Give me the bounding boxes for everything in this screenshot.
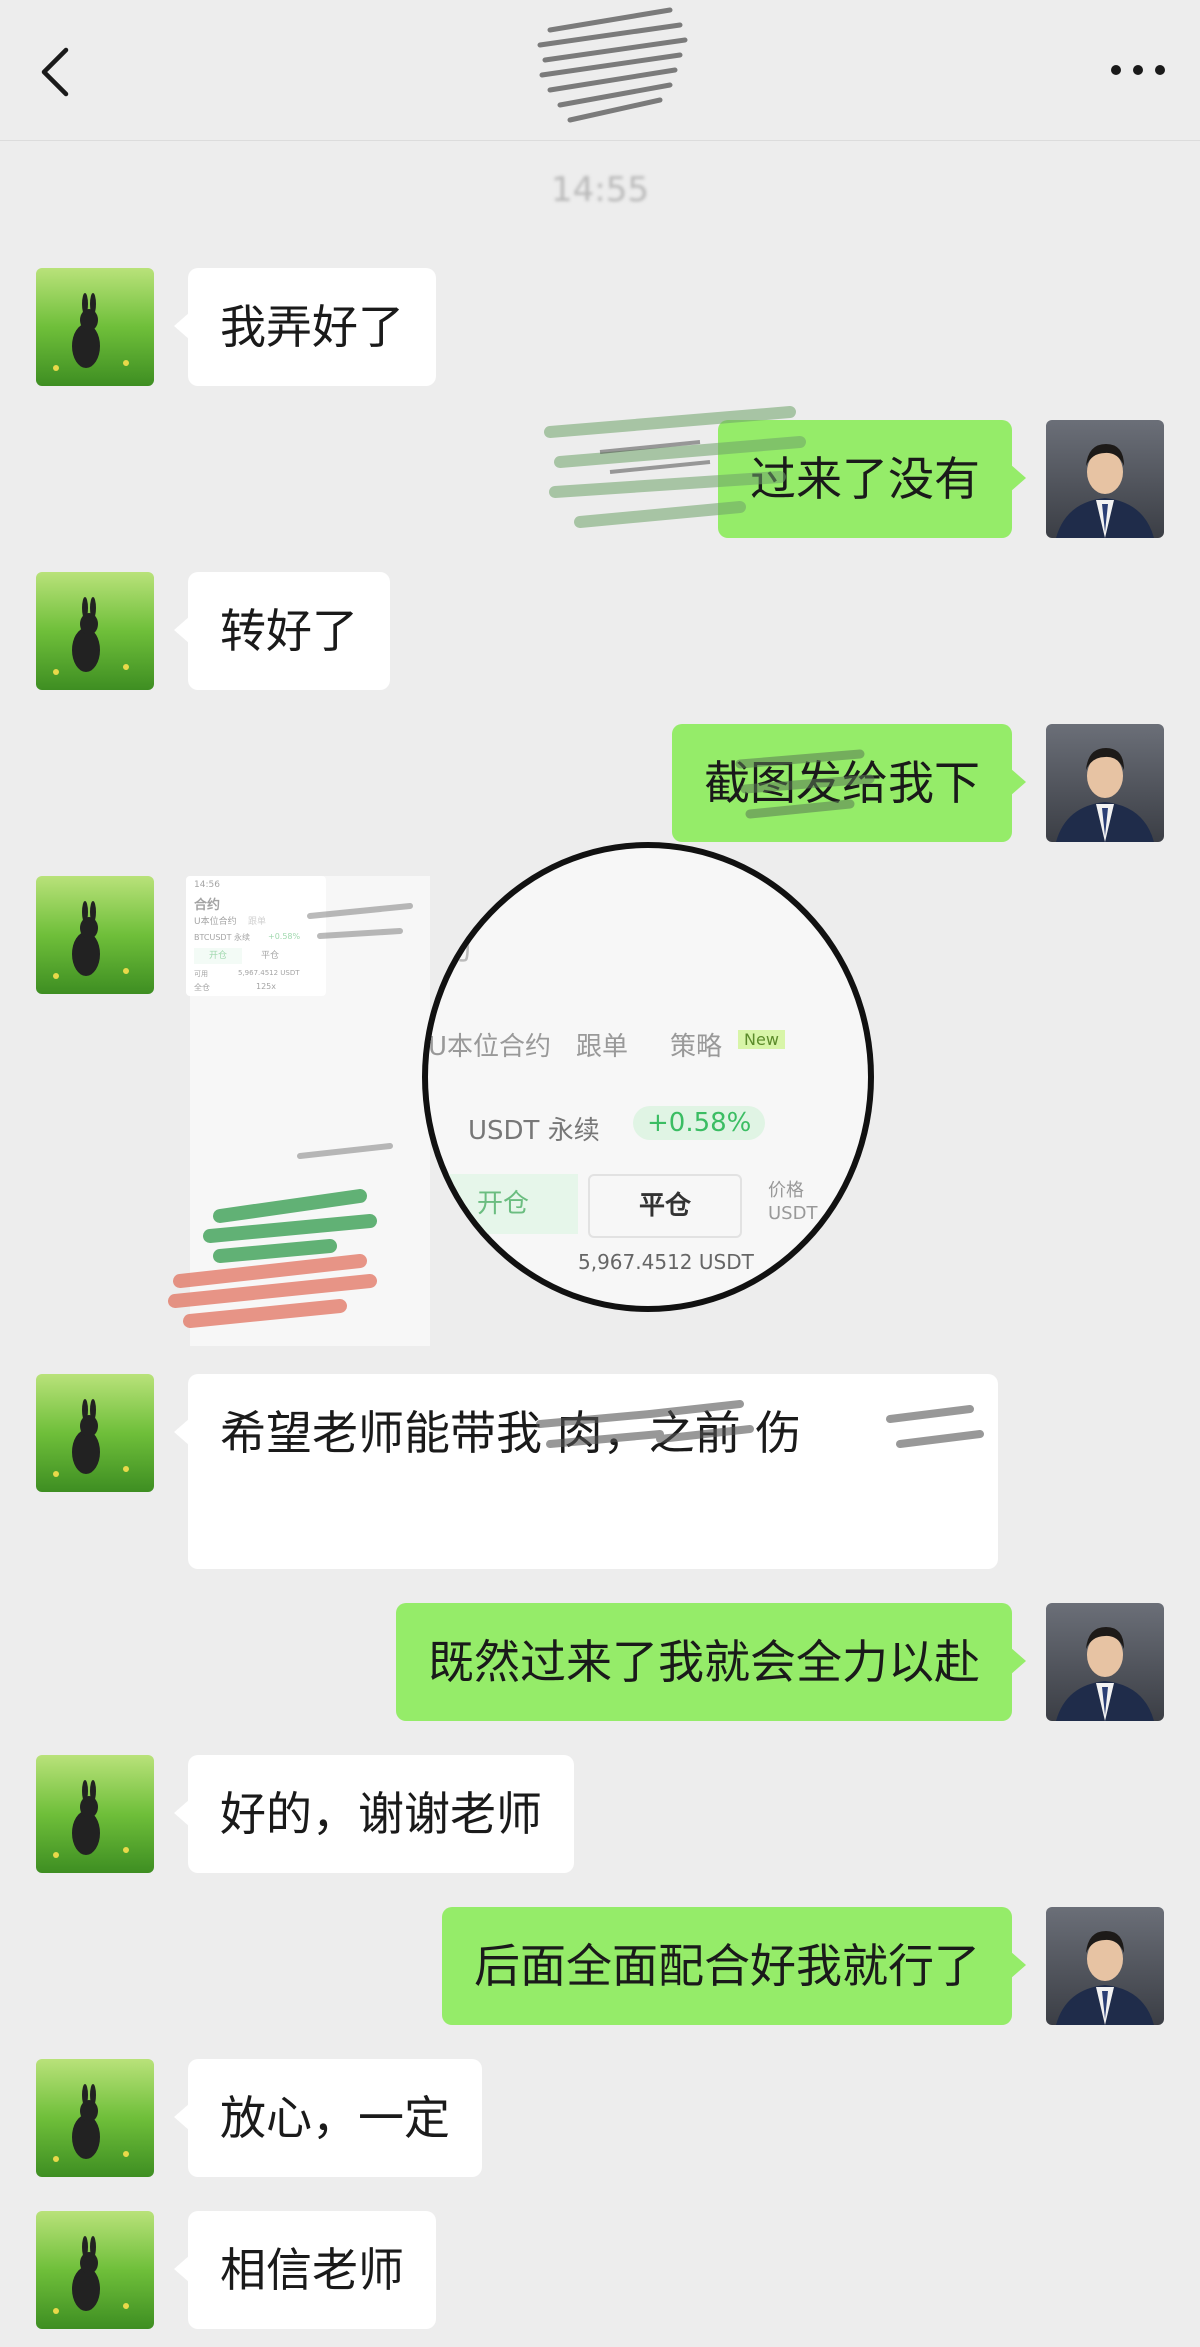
incoming-message-bubble[interactable]: 转好了 bbox=[174, 572, 390, 690]
thumbnail-leverage: 125x bbox=[256, 982, 277, 991]
contact-avatar[interactable] bbox=[36, 572, 154, 690]
user-avatar[interactable] bbox=[1046, 724, 1164, 842]
incoming-message-bubble[interactable]: 我弄好了 bbox=[174, 268, 436, 386]
magnifier-new-badge: New bbox=[738, 1030, 785, 1049]
user-avatar[interactable] bbox=[1046, 1907, 1164, 2025]
magnifier-tab: 跟单 bbox=[576, 1032, 629, 1062]
magnifier-title: 约 bbox=[438, 928, 472, 968]
rabbit-avatar-icon bbox=[36, 1755, 154, 1873]
thumbnail-time: 14:56 bbox=[194, 880, 220, 890]
rabbit-avatar-icon bbox=[36, 876, 154, 994]
thumbnail-title: 合约 bbox=[194, 898, 221, 913]
thumbnail-balance: 5,967.4512 USDT bbox=[238, 969, 300, 977]
contact-avatar[interactable] bbox=[36, 2211, 154, 2329]
contact-avatar[interactable] bbox=[36, 876, 154, 994]
rabbit-avatar-icon bbox=[36, 268, 154, 386]
man-portrait-avatar-icon bbox=[1046, 1603, 1164, 1721]
incoming-message-bubble[interactable]: 相信老师 bbox=[174, 2211, 436, 2329]
rabbit-avatar-icon bbox=[36, 2059, 154, 2177]
magnifier-change: +0.58% bbox=[633, 1106, 766, 1140]
ellipsis-icon bbox=[1111, 65, 1165, 75]
magnifier-tab: U本位合约 bbox=[428, 1032, 552, 1062]
back-button[interactable] bbox=[34, 42, 84, 102]
thumbnail-tab: 跟单 bbox=[248, 917, 267, 927]
contact-avatar[interactable] bbox=[36, 2059, 154, 2177]
rabbit-avatar-icon bbox=[36, 2211, 154, 2329]
man-portrait-avatar-icon bbox=[1046, 724, 1164, 842]
user-avatar[interactable] bbox=[1046, 1603, 1164, 1721]
man-portrait-avatar-icon bbox=[1046, 420, 1164, 538]
magnifier-tab: 策略 bbox=[670, 1032, 723, 1062]
thumbnail-pair: BTCUSDT 永续 bbox=[194, 933, 251, 942]
thumbnail-open: 开仓 bbox=[194, 948, 242, 964]
outgoing-message-bubble[interactable]: 过来了没有 bbox=[718, 420, 1026, 538]
contact-avatar[interactable] bbox=[36, 1374, 154, 1492]
rabbit-avatar-icon bbox=[36, 572, 154, 690]
chat-header bbox=[0, 0, 1200, 141]
contact-avatar[interactable] bbox=[36, 1755, 154, 1873]
user-avatar[interactable] bbox=[1046, 420, 1164, 538]
image-message-thumbnail[interactable]: 14:56 合约 U本位合约 跟单 BTCUSDT 永续 +0.58% 开仓 平… bbox=[186, 876, 326, 996]
chevron-left-icon bbox=[41, 47, 69, 97]
outgoing-message-bubble[interactable]: 后面全面配合好我就行了 bbox=[442, 1907, 1026, 2025]
magnifier-balance: 5,967.4512 USDT bbox=[578, 1250, 754, 1274]
zoom-magnifier: 约 U本位合约 跟单 策略 New USDT 永续 +0.58% 开仓 平仓 价… bbox=[422, 842, 874, 1312]
thumbnail-margin-mode: 全仓 bbox=[194, 983, 210, 992]
rabbit-avatar-icon bbox=[36, 1374, 154, 1492]
outgoing-message-bubble[interactable]: 既然过来了我就会全力以赴 bbox=[396, 1603, 1026, 1721]
incoming-message-bubble[interactable]: 放心，一定 bbox=[174, 2059, 482, 2177]
magnifier-usdt-label: USDT bbox=[768, 1203, 818, 1224]
incoming-message-bubble[interactable]: 好的，谢谢老师 bbox=[174, 1755, 574, 1873]
more-options-button[interactable] bbox=[1106, 55, 1170, 85]
chat-timestamp: 14:55 bbox=[551, 170, 649, 210]
outgoing-message-bubble[interactable]: 截图发给我下 bbox=[672, 724, 1026, 842]
magnifier-close: 平仓 bbox=[588, 1174, 742, 1238]
redacted-contact-name bbox=[537, 7, 688, 123]
incoming-message-bubble[interactable]: 希望老师能带我 肉，之前 伤 bbox=[174, 1374, 998, 1569]
thumbnail-close: 平仓 bbox=[260, 951, 279, 961]
thumbnail-available: 可用 bbox=[194, 970, 208, 978]
thumbnail-change: +0.58% bbox=[268, 932, 301, 941]
man-portrait-avatar-icon bbox=[1046, 1907, 1164, 2025]
thumbnail-tab: U本位合约 bbox=[194, 917, 237, 927]
contact-avatar[interactable] bbox=[36, 268, 154, 386]
magnifier-price-label: 价格 bbox=[768, 1180, 804, 1201]
magnifier-pair: USDT 永续 bbox=[468, 1116, 600, 1146]
magnifier-open: 开仓 bbox=[428, 1174, 578, 1234]
